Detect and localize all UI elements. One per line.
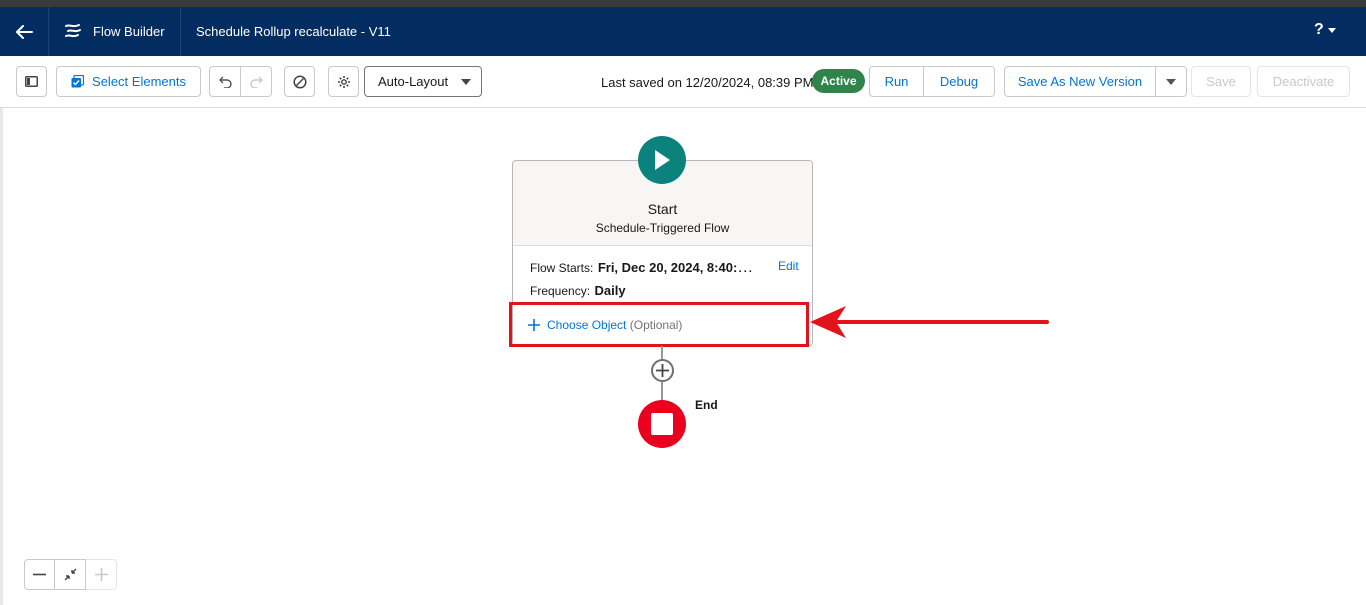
frequency-label: Frequency: [530,284,591,298]
plus-icon [94,568,108,581]
flow-icon [65,24,81,38]
redo-icon [249,76,263,88]
zoom-out-button[interactable] [24,559,55,590]
back-button[interactable] [0,7,48,56]
collapse-arrows-icon [64,568,76,581]
last-saved-text: Last saved on 12/20/2024, 08:39 PM [601,75,814,90]
undo-redo-group [209,66,272,97]
save-label: Save [1206,74,1236,89]
plus-icon [656,364,669,377]
start-node-title: Start [647,201,678,217]
redo-button[interactable] [241,66,272,97]
undo-button[interactable] [209,66,241,97]
flow-name: Schedule Rollup recalculate - V11 [196,24,391,39]
add-element-button[interactable] [651,359,674,382]
header-divider [48,7,49,56]
save-button[interactable]: Save [1191,66,1251,97]
start-node-icon [638,136,686,184]
debug-button[interactable]: Debug [924,66,995,97]
select-elements-label: Select Elements [92,74,186,89]
caret-down-icon [1166,78,1176,85]
status-badge: Active [812,69,865,93]
flow-starts-label: Flow Starts: [530,261,594,275]
end-node-icon [638,400,686,448]
panel-icon [25,76,38,87]
deactivate-button[interactable]: Deactivate [1257,66,1350,97]
connector-line [661,382,663,400]
run-debug-group: Run Debug [869,66,995,97]
connector-line [661,346,663,359]
canvas-edge [0,108,3,605]
header-divider [180,7,181,56]
layout-mode-select[interactable]: Auto-Layout [364,66,482,97]
debug-errors-button[interactable] [284,66,315,97]
save-as-new-version-label: Save As New Version [1017,74,1143,89]
zoom-controls [24,559,117,590]
settings-button[interactable] [328,66,359,97]
flow-canvas[interactable]: Start Schedule-Triggered Flow Flow Start… [0,108,1366,605]
save-options-dropdown[interactable] [1156,66,1187,97]
annotation-highlight-box [509,302,809,347]
chevron-down-icon [1327,27,1336,33]
caret-down-icon [461,79,471,85]
help-menu-button[interactable]: ? [1314,21,1336,39]
undo-icon [218,76,232,88]
deactivate-label: Deactivate [1272,74,1335,89]
run-label: Run [884,74,909,89]
save-as-new-version-button[interactable]: Save As New Version [1004,66,1156,97]
flow-starts-value: Fri, Dec 20, 2024, 8:40:0... [597,260,755,275]
frequency-row: Frequency: Daily [530,282,626,300]
flow-starts-row: Flow Starts: Fri, Dec 20, 2024, 8:40:0..… [530,259,755,277]
fit-to-view-button[interactable] [55,559,86,590]
play-icon [655,150,670,170]
toggle-panel-button[interactable] [16,66,47,97]
run-button[interactable]: Run [869,66,924,97]
end-node-label: End [695,398,718,412]
select-checkbox-icon [71,75,85,88]
minus-icon [33,573,46,576]
status-badge-label: Active [820,74,857,88]
gear-icon [337,75,350,88]
select-elements-button[interactable]: Select Elements [56,66,201,97]
toolbar: Select Elements Auto-Layout Last saved o… [0,56,1366,108]
start-node-subtitle: Schedule-Triggered Flow [595,221,730,235]
layout-mode-value: Auto-Layout [378,74,449,89]
top-strip [0,0,1366,7]
prohibited-icon [292,74,307,89]
help-label: ? [1314,21,1324,38]
debug-label: Debug [939,74,979,89]
frequency-value: Daily [594,283,626,298]
annotation-arrow [810,306,1049,338]
stop-icon [651,413,673,435]
back-arrow-icon [16,24,33,39]
zoom-in-button[interactable] [86,559,117,590]
save-version-group: Save As New Version [1004,66,1187,97]
app-name: Flow Builder [93,24,165,39]
app-header: Flow Builder Schedule Rollup recalculate… [0,7,1366,56]
edit-schedule-link[interactable]: Edit [778,259,799,273]
